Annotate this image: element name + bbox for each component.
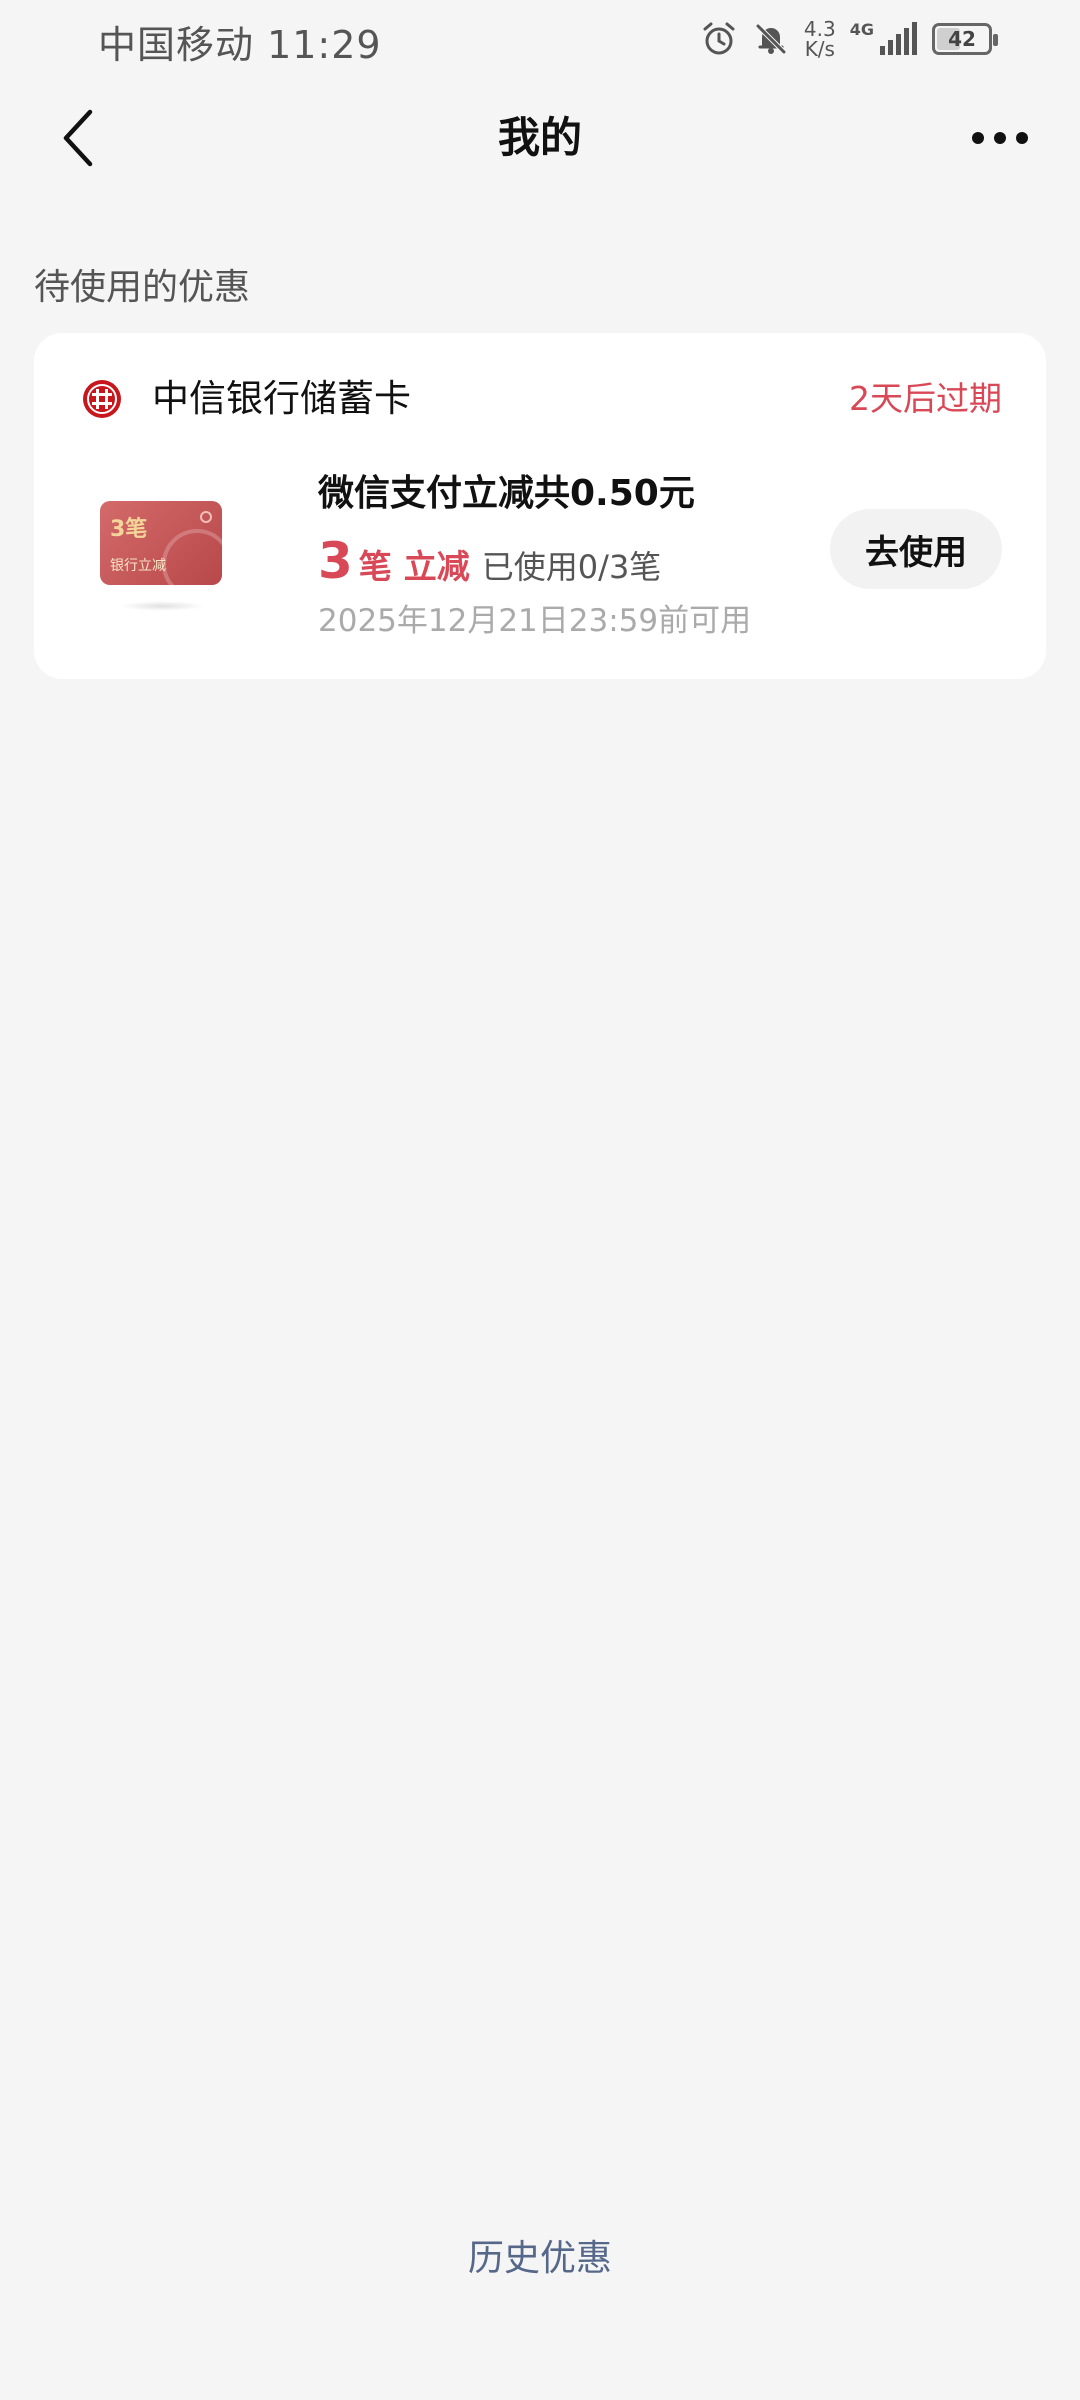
coupon-valid-until: 2025年12月21日23:59前可用 <box>318 603 752 639</box>
signal-icon <box>880 22 917 55</box>
page-title: 我的 <box>497 113 582 162</box>
signal-indicator: 4G <box>850 22 918 56</box>
more-dot <box>994 132 1006 144</box>
battery-icon: 42 <box>932 23 998 55</box>
coupon-image-decoration <box>162 529 222 585</box>
bank-name: 中信银行储蓄卡 <box>152 377 411 420</box>
bell-off-icon <box>756 24 786 54</box>
coupon-image-ring <box>200 511 212 523</box>
coupon-image-label: 银行立减 <box>110 558 166 574</box>
battery-level: 42 <box>948 27 976 51</box>
coupon-title: 微信支付立减共0.50元 <box>318 473 695 514</box>
coupon-card[interactable]: 中信银行储蓄卡 2天后过期 3笔 银行立减 微信支付立减共0.50元 3 笔 立… <box>34 333 1046 679</box>
expire-tag: 2天后过期 <box>849 379 1002 418</box>
more-dots-icon <box>972 132 984 144</box>
net-speed: 4.3 K/s <box>804 19 836 59</box>
coupon-count: 3 <box>318 532 353 590</box>
coupon-image-count: 3笔 <box>110 517 148 542</box>
coupon-type: 立减 <box>403 547 470 586</box>
network-type: 4G <box>849 20 874 39</box>
coupon-count-row: 3 笔 立减 已使用0/3笔 <box>318 529 661 593</box>
history-coupons-link[interactable]: 历史优惠 <box>0 2232 1080 2286</box>
coupon-image: 3笔 银行立减 <box>100 501 222 585</box>
net-speed-value: 4.3 <box>803 17 836 41</box>
net-speed-unit: K/s <box>804 37 835 61</box>
carrier-time: 中国移动 11:29 <box>98 23 382 67</box>
coupon-image-shadow <box>120 601 204 611</box>
use-coupon-button[interactable]: 去使用 <box>830 509 1002 589</box>
status-icons: 4.3 K/s 4G 42 <box>700 14 998 64</box>
coupon-used: 已使用0/3笔 <box>481 548 662 586</box>
coupon-count-unit: 笔 <box>358 547 392 586</box>
more-dot <box>1016 132 1028 144</box>
nav-bar: 我的 <box>0 90 1080 186</box>
citic-bank-logo-icon <box>83 380 121 418</box>
status-bar: 中国移动 11:29 4.3 K/s 4G 42 <box>0 0 1080 80</box>
more-button[interactable] <box>960 108 1040 168</box>
alarm-icon <box>703 22 735 55</box>
section-title: 待使用的优惠 <box>34 267 251 308</box>
